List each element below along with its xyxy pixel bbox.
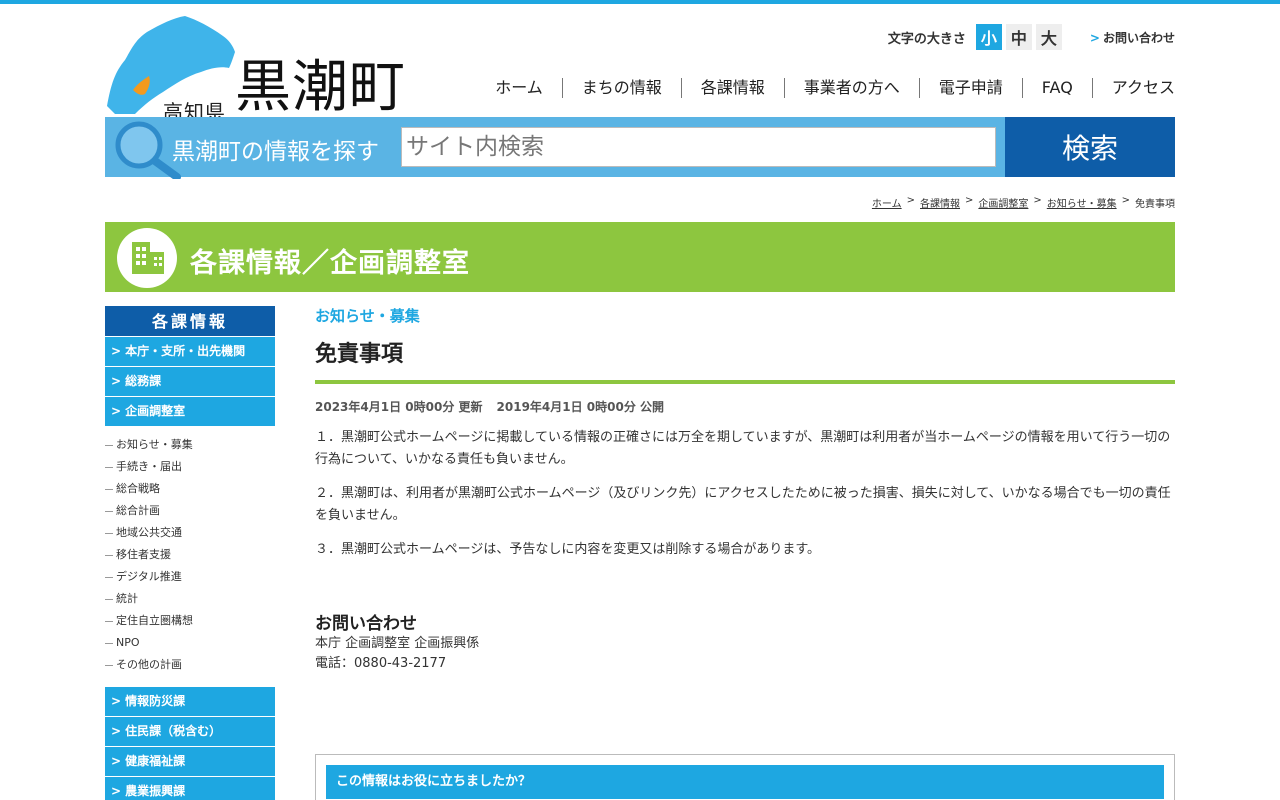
main-content: お知らせ・募集 免責事項 2023年4月1日 0時00分 更新 2019年4月1日… bbox=[315, 304, 1175, 674]
updated-date: 2023年4月1日 0時00分 更新 bbox=[315, 400, 483, 414]
survey-title: この情報はお役に立ちましたか？ bbox=[326, 765, 1164, 799]
breadcrumb: ホーム > 各課情報 > 企画調整室 > お知らせ・募集 > 免責事項 bbox=[872, 195, 1175, 210]
sidebar-item-label: 健康福祉課 bbox=[125, 754, 186, 768]
header-contact-label: お問い合わせ bbox=[1102, 30, 1175, 45]
article-dates: 2023年4月1日 0時00分 更新 2019年4月1日 0時00分 公開 bbox=[315, 398, 1175, 415]
inquiry-phone: 電話：0880-43-2177 bbox=[315, 656, 447, 671]
sidebar-item-label: 本庁・支所・出先機関 bbox=[125, 344, 246, 358]
feedback-survey: この情報はお役に立ちましたか？ bbox=[315, 754, 1175, 800]
sidebar-sub-item[interactable]: 統計 bbox=[105, 588, 275, 610]
chevron-right-icon: > bbox=[111, 724, 122, 738]
nav-town-info[interactable]: まちの情報 bbox=[561, 78, 681, 98]
sidebar-sub-item[interactable]: 移住者支援 bbox=[105, 544, 275, 566]
header-tools: 文字の大きさ 小 中 大 > お問い合わせ bbox=[888, 24, 1175, 50]
sidebar-item-main-office[interactable]: > 本庁・支所・出先機関 bbox=[105, 337, 275, 366]
sidebar-sub-item[interactable]: 手続き・届出 bbox=[105, 456, 275, 478]
font-size-large-button[interactable]: 大 bbox=[1035, 24, 1062, 50]
sidebar-sub-item[interactable]: デジタル推進 bbox=[105, 566, 275, 588]
section-title: 各課情報／企画調整室 bbox=[190, 248, 470, 279]
chevron-right-icon: > bbox=[111, 754, 122, 768]
chevron-right-icon: > bbox=[111, 784, 122, 798]
sidebar-sub-item[interactable]: NPO bbox=[105, 632, 275, 654]
sidebar-sub-item[interactable]: お知らせ・募集 bbox=[105, 434, 275, 456]
sidebar-item-agriculture[interactable]: > 農業振興課 bbox=[105, 777, 275, 800]
sidebar-item-general-affairs[interactable]: > 総務課 bbox=[105, 367, 275, 396]
sidebar-item-label: 農業振興課 bbox=[125, 784, 186, 798]
font-size-medium-button[interactable]: 中 bbox=[1005, 24, 1032, 50]
site-logo[interactable]: 高知県 黒潮町 bbox=[105, 14, 415, 124]
sidebar-sub-item[interactable]: 地域公共交通 bbox=[105, 522, 275, 544]
page-title: 免責事項 bbox=[315, 336, 1175, 384]
nav-e-application[interactable]: 電子申請 bbox=[918, 78, 1022, 98]
font-size-small-button[interactable]: 小 bbox=[975, 24, 1002, 50]
sidebar-item-label: 情報防災課 bbox=[125, 694, 186, 708]
global-nav: ホーム まちの情報 各課情報 事業者の方へ 電子申請 FAQ アクセス bbox=[476, 78, 1175, 98]
chevron-right-icon: > bbox=[1089, 30, 1100, 45]
header-contact-link[interactable]: > お問い合わせ bbox=[1090, 29, 1175, 46]
nav-faq[interactable]: FAQ bbox=[1021, 78, 1092, 98]
chevron-right-icon: > bbox=[111, 344, 122, 358]
breadcrumb-separator: > bbox=[965, 195, 974, 206]
building-icon bbox=[132, 242, 164, 274]
sidebar-sub-item[interactable]: 定住自立圏構想 bbox=[105, 610, 275, 632]
search-input[interactable] bbox=[401, 127, 996, 167]
breadcrumb-separator: > bbox=[1121, 195, 1130, 206]
sidebar-item-health-welfare[interactable]: > 健康福祉課 bbox=[105, 747, 275, 776]
sidebar-item-disaster[interactable]: > 情報防災課 bbox=[105, 687, 275, 716]
nav-home[interactable]: ホーム bbox=[476, 78, 562, 98]
breadcrumb-notices[interactable]: お知らせ・募集 bbox=[1047, 195, 1117, 210]
nav-access[interactable]: アクセス bbox=[1091, 78, 1175, 98]
article-paragraph: ３．黒潮町公式ホームページは、予告なしに内容を変更又は削除する場合があります。 bbox=[315, 542, 821, 557]
chevron-right-icon: > bbox=[111, 694, 122, 708]
search-button[interactable]: 検索 bbox=[1005, 117, 1175, 177]
section-icon-circle bbox=[117, 228, 177, 288]
chevron-right-icon: > bbox=[111, 404, 122, 418]
breadcrumb-separator: > bbox=[1033, 195, 1042, 206]
breadcrumb-current: 免責事項 bbox=[1135, 199, 1175, 210]
breadcrumb-planning[interactable]: 企画調整室 bbox=[978, 195, 1028, 210]
search-bar: 黒潮町の情報を探す 検索 bbox=[105, 117, 1175, 179]
section-header: 各課情報／企画調整室 bbox=[105, 222, 1175, 292]
sidebar: 各課情報 > 本庁・支所・出先機関 > 総務課 > 企画調整室 お知らせ・募集 手続き… bbox=[105, 306, 275, 800]
breadcrumb-home[interactable]: ホーム bbox=[872, 195, 902, 210]
sidebar-heading: 各課情報 bbox=[105, 306, 275, 336]
inquiry-heading: お問い合わせ bbox=[315, 614, 417, 634]
breadcrumb-departments[interactable]: 各課情報 bbox=[920, 195, 960, 210]
sidebar-sub-item[interactable]: その他の計画 bbox=[105, 654, 275, 676]
sidebar-item-label: 企画調整室 bbox=[125, 404, 186, 418]
sidebar-sub-list: お知らせ・募集 手続き・届出 総合戦略 総合計画 地域公共交通 移住者支援 デジ… bbox=[105, 426, 275, 686]
inquiry-block: お問い合わせ 本庁 企画調整室 企画振興係 電話：0880-43-2177 bbox=[315, 609, 1175, 674]
nav-business[interactable]: 事業者の方へ bbox=[783, 78, 919, 98]
font-size-label: 文字の大きさ bbox=[887, 31, 966, 47]
article-category: お知らせ・募集 bbox=[315, 307, 420, 325]
article-paragraph: ２．黒潮町は、利用者が黒潮町公式ホームページ（及びリンク先）にアクセスしたために… bbox=[315, 486, 1171, 523]
sidebar-item-label: 住民課（税含む） bbox=[125, 724, 222, 738]
sidebar-item-residents[interactable]: > 住民課（税含む） bbox=[105, 717, 275, 746]
published-date: 2019年4月1日 0時00分 公開 bbox=[496, 400, 665, 414]
chevron-right-icon: > bbox=[111, 374, 122, 388]
nav-departments[interactable]: 各課情報 bbox=[680, 78, 784, 98]
sidebar-sub-item[interactable]: 総合計画 bbox=[105, 500, 275, 522]
sidebar-item-label: 総務課 bbox=[125, 374, 162, 388]
sidebar-item-planning[interactable]: > 企画調整室 bbox=[105, 397, 275, 426]
sidebar-sub-item[interactable]: 総合戦略 bbox=[105, 478, 275, 500]
top-accent-line bbox=[0, 0, 1280, 4]
search-label: 黒潮町の情報を探す bbox=[172, 139, 379, 165]
article-paragraph: １．黒潮町公式ホームページに掲載している情報の正確さには万全を期していますが、黒… bbox=[315, 430, 1171, 467]
breadcrumb-separator: > bbox=[906, 195, 916, 206]
inquiry-dept: 本庁 企画調整室 企画振興係 bbox=[315, 636, 480, 651]
logo-town-name: 黒潮町 bbox=[235, 55, 406, 120]
